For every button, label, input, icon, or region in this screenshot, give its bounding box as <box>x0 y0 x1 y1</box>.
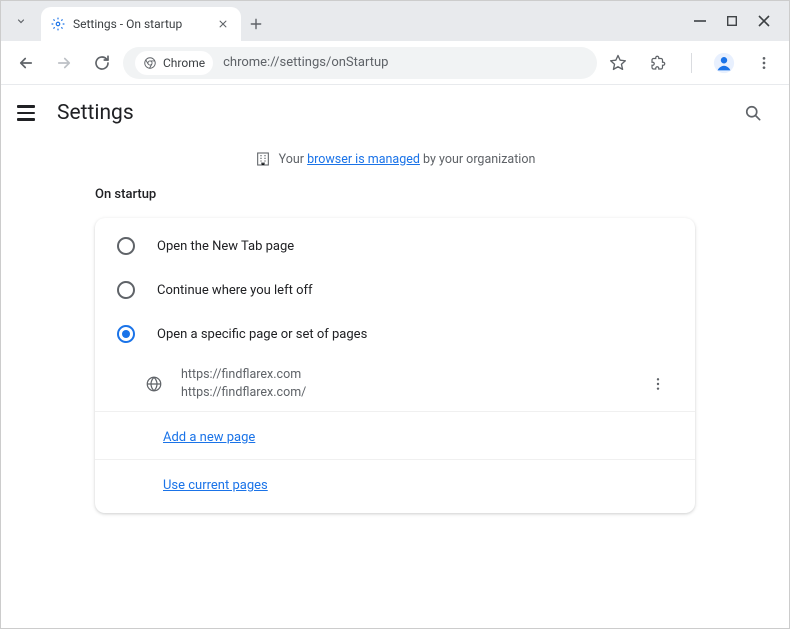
page-more-button[interactable] <box>643 369 673 399</box>
startup-card: Open the New Tab page Continue where you… <box>95 218 695 513</box>
profile-button[interactable] <box>707 46 741 80</box>
chevron-down-icon <box>15 15 27 27</box>
extensions-button[interactable] <box>641 46 675 80</box>
close-window-button[interactable] <box>757 14 771 28</box>
bookmark-button[interactable] <box>601 46 635 80</box>
puzzle-icon <box>649 54 667 72</box>
startup-page-title: https://findflarex.com <box>181 366 625 384</box>
startup-page-url: https://findflarex.com/ <box>181 384 625 402</box>
back-button[interactable] <box>9 46 43 80</box>
page-title: Settings <box>57 101 134 125</box>
minimize-button[interactable] <box>693 14 707 28</box>
radio-new-tab[interactable]: Open the New Tab page <box>95 224 695 268</box>
radio-label: Open the New Tab page <box>157 239 294 254</box>
browser-tab[interactable]: Settings - On startup <box>41 7 241 41</box>
startup-page-entry: https://findflarex.com https://findflare… <box>95 356 695 411</box>
managed-link[interactable]: browser is managed <box>307 152 420 167</box>
new-tab-button[interactable] <box>241 7 271 41</box>
divider <box>681 46 701 80</box>
gear-icon <box>51 17 65 31</box>
reload-button[interactable] <box>85 46 119 80</box>
url-text: chrome://settings/onStartup <box>223 55 388 70</box>
close-tab-button[interactable] <box>215 16 231 32</box>
add-new-page-link[interactable]: Add a new page <box>163 430 255 445</box>
reload-icon <box>93 54 111 72</box>
radio-icon <box>117 281 135 299</box>
managed-banner: Your browser is managed by your organiza… <box>1 141 789 177</box>
managed-suffix: by your organization <box>420 152 535 167</box>
search-settings-button[interactable] <box>733 93 773 133</box>
plus-icon <box>249 17 263 31</box>
menu-button[interactable] <box>747 46 781 80</box>
maximize-button[interactable] <box>725 14 739 28</box>
managed-prefix: Your <box>279 152 307 167</box>
close-icon <box>757 14 771 28</box>
person-icon <box>713 52 735 74</box>
kebab-icon <box>756 55 772 71</box>
radio-label: Open a specific page or set of pages <box>157 327 367 342</box>
close-icon <box>218 19 228 29</box>
maximize-icon <box>726 15 738 27</box>
kebab-icon <box>650 376 666 392</box>
forward-button[interactable] <box>47 46 81 80</box>
tab-title: Settings - On startup <box>73 17 207 31</box>
section-title: On startup <box>95 187 789 202</box>
radio-icon <box>117 325 135 343</box>
star-icon <box>609 54 627 72</box>
omnibox[interactable]: Chrome chrome://settings/onStartup <box>123 47 597 79</box>
arrow-left-icon <box>17 54 35 72</box>
chrome-chip: Chrome <box>135 51 213 75</box>
tab-search-dropdown[interactable] <box>1 1 41 41</box>
globe-icon <box>145 375 163 393</box>
building-icon <box>255 151 271 167</box>
radio-label: Continue where you left off <box>157 283 313 298</box>
radio-continue[interactable]: Continue where you left off <box>95 268 695 312</box>
arrow-right-icon <box>55 54 73 72</box>
chrome-icon <box>143 56 157 70</box>
settings-menu-button[interactable] <box>17 101 41 125</box>
radio-icon <box>117 237 135 255</box>
chrome-chip-label: Chrome <box>163 56 205 70</box>
radio-specific-pages[interactable]: Open a specific page or set of pages <box>95 312 695 356</box>
use-current-pages-link[interactable]: Use current pages <box>163 478 268 493</box>
search-icon <box>743 103 763 123</box>
minimize-icon <box>693 14 707 28</box>
